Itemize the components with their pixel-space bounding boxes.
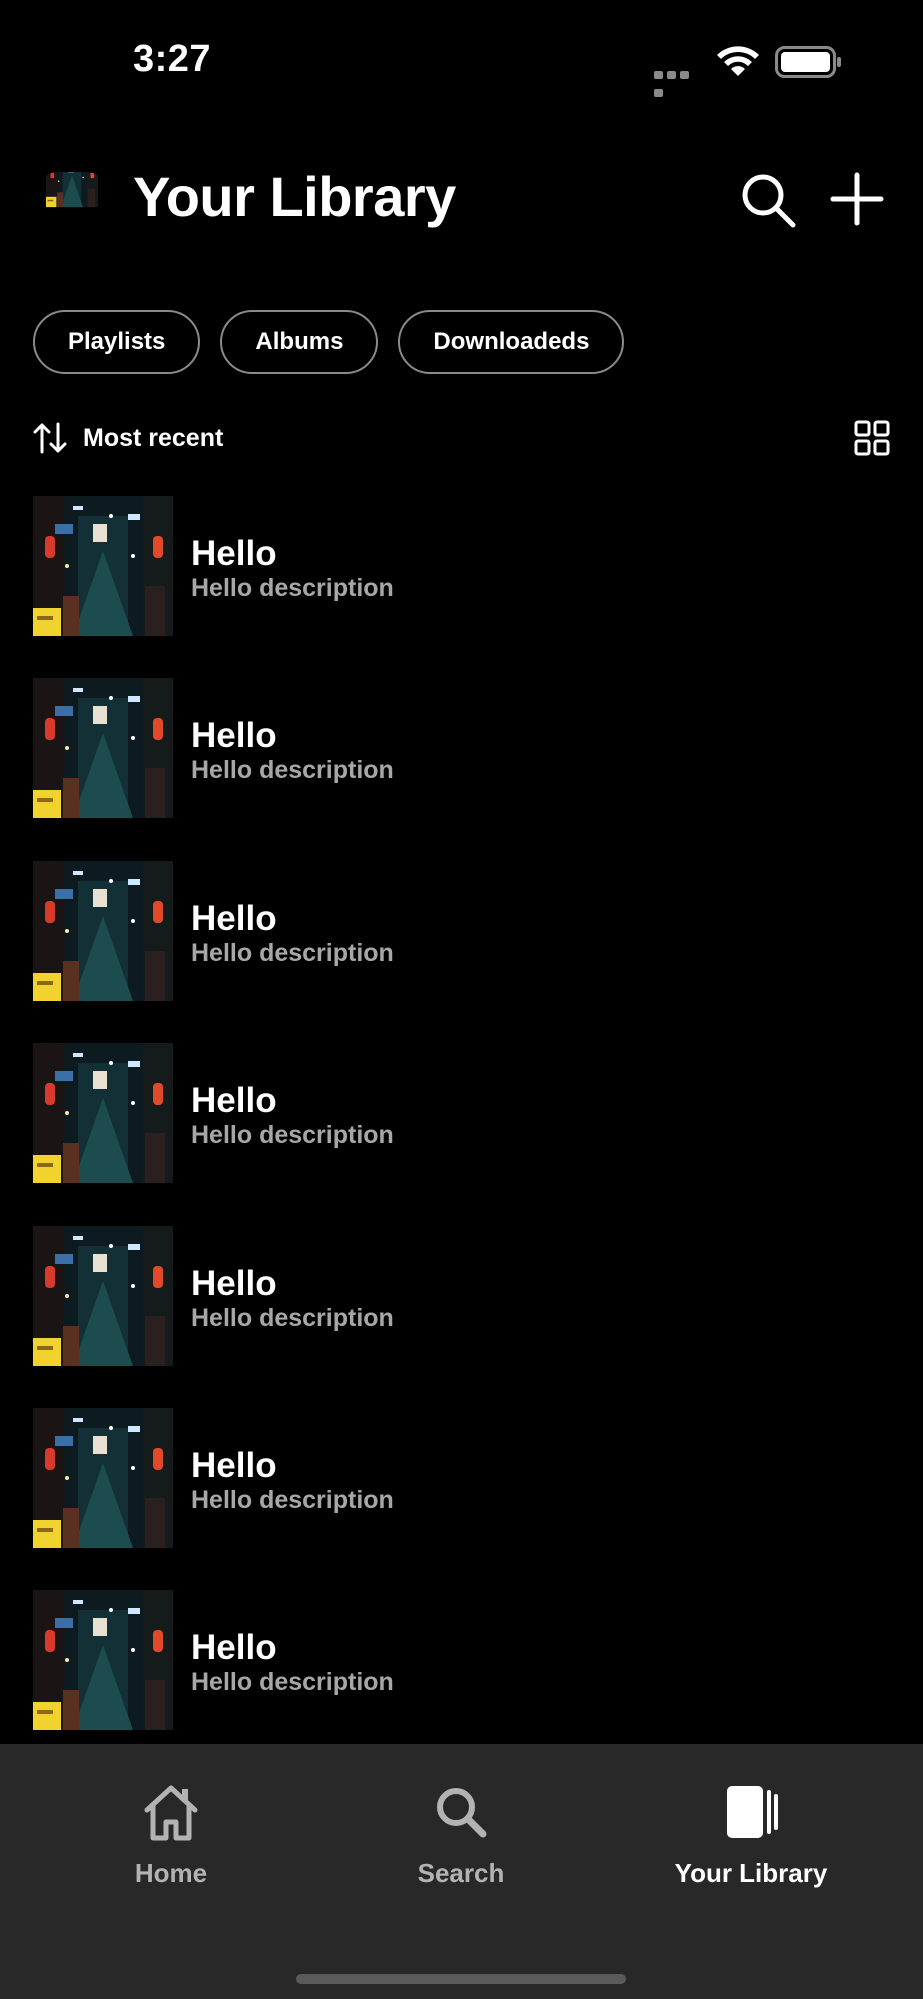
battery-icon bbox=[775, 46, 841, 78]
wifi-icon bbox=[717, 46, 759, 76]
filter-chip-playlists[interactable]: Playlists bbox=[33, 310, 201, 374]
list-item[interactable]: Hello Hello description bbox=[33, 1226, 890, 1366]
item-description: Hello description bbox=[191, 1121, 394, 1149]
plus-icon[interactable] bbox=[830, 172, 884, 226]
item-description: Hello description bbox=[191, 939, 394, 967]
item-title: Hello bbox=[191, 534, 277, 573]
item-artwork bbox=[33, 1590, 173, 1730]
item-description: Hello description bbox=[191, 1486, 394, 1514]
item-artwork bbox=[33, 496, 173, 636]
grid-view-icon[interactable] bbox=[854, 420, 890, 456]
sort-label[interactable]: Most recent bbox=[83, 424, 223, 453]
item-description: Hello description bbox=[191, 574, 394, 602]
tab-label: Search bbox=[417, 1858, 505, 1888]
list-item[interactable]: Hello Hello description bbox=[33, 1408, 890, 1548]
filter-chips: Playlists Albums Downloadeds bbox=[33, 310, 625, 378]
home-indicator bbox=[296, 1974, 626, 1984]
item-artwork bbox=[33, 1043, 173, 1183]
item-title: Hello bbox=[191, 1628, 277, 1667]
filter-chip-albums[interactable]: Albums bbox=[220, 310, 379, 374]
item-title: Hello bbox=[191, 1264, 277, 1303]
sort-arrows-icon[interactable] bbox=[33, 422, 67, 454]
library-icon bbox=[727, 1786, 778, 1838]
filter-chip-downloadeds[interactable]: Downloadeds bbox=[398, 310, 625, 374]
list-item[interactable]: Hello Hello description bbox=[33, 1590, 890, 1730]
tab-bar: Home Search Your Library bbox=[0, 1744, 923, 1999]
sort-row: Most recent bbox=[33, 418, 890, 458]
cellular-signal-icon bbox=[654, 66, 704, 97]
library-header: Your Library bbox=[0, 160, 923, 240]
tab-search[interactable]: Search bbox=[311, 1780, 611, 1900]
list-item[interactable]: Hello Hello description bbox=[33, 1043, 890, 1183]
tab-label: Home bbox=[134, 1858, 208, 1888]
item-description: Hello description bbox=[191, 1304, 394, 1332]
tab-label: Your Library bbox=[674, 1858, 828, 1888]
page-title: Your Library bbox=[133, 165, 456, 228]
list-item[interactable]: Hello Hello description bbox=[33, 861, 890, 1001]
item-title: Hello bbox=[191, 716, 277, 755]
item-description: Hello description bbox=[191, 1668, 394, 1696]
home-icon bbox=[144, 1785, 198, 1841]
item-title: Hello bbox=[191, 1446, 277, 1485]
tab-home[interactable]: Home bbox=[21, 1780, 321, 1900]
item-artwork bbox=[33, 1226, 173, 1366]
status-bar: 3:27 bbox=[0, 0, 923, 120]
profile-avatar[interactable] bbox=[33, 172, 111, 224]
item-title: Hello bbox=[191, 899, 277, 938]
item-artwork bbox=[33, 861, 173, 1001]
item-artwork bbox=[33, 678, 173, 818]
item-artwork bbox=[33, 1408, 173, 1548]
item-description: Hello description bbox=[191, 756, 394, 784]
status-time: 3:27 bbox=[133, 38, 212, 80]
search-icon bbox=[437, 1788, 487, 1838]
search-icon[interactable] bbox=[738, 170, 798, 230]
list-item[interactable]: Hello Hello description bbox=[33, 678, 890, 818]
tab-your-library[interactable]: Your Library bbox=[601, 1780, 901, 1900]
item-title: Hello bbox=[191, 1081, 277, 1120]
list-item[interactable]: Hello Hello description bbox=[33, 496, 890, 636]
